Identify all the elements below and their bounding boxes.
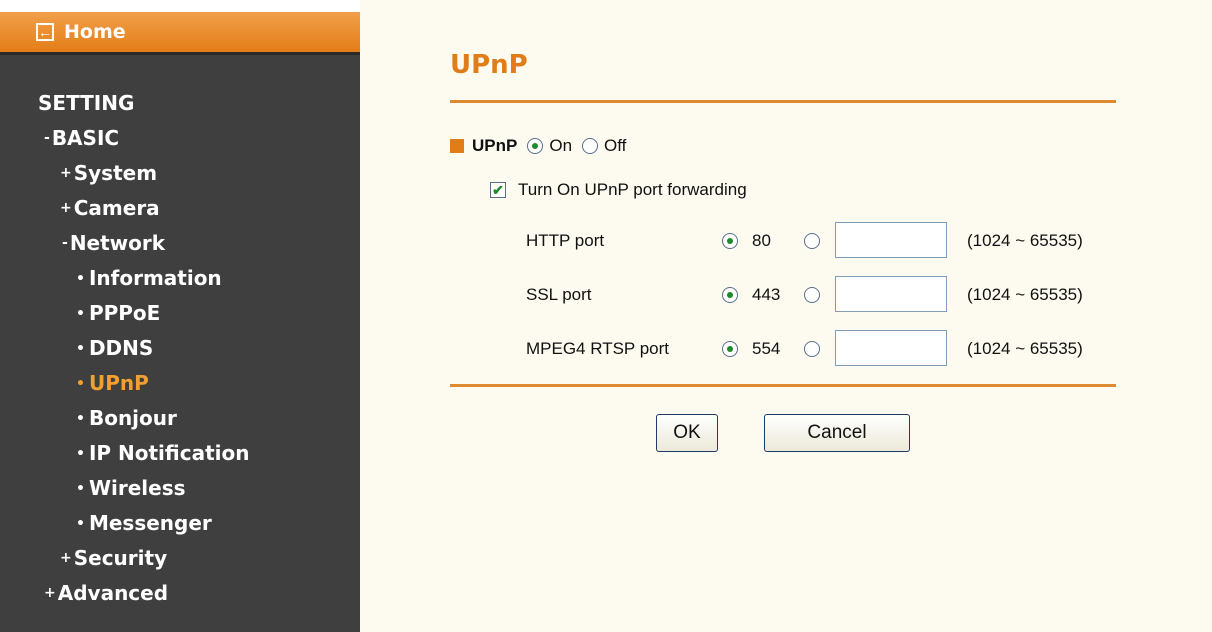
sidebar-item-setting[interactable]: SETTING xyxy=(38,91,134,115)
port-label: HTTP port xyxy=(526,231,605,250)
port-default-value: 554 xyxy=(752,339,781,358)
sidebar: ← Home SETTING - BASIC + System + Camera -N… xyxy=(0,0,360,632)
sidebar-item-advanced[interactable]: + Advanced xyxy=(44,581,168,605)
sidebar-item-messenger[interactable]: • Messenger xyxy=(76,511,212,535)
sidebar-item-label: UPnP xyxy=(88,371,149,395)
orange-square-icon xyxy=(450,139,464,153)
home-link[interactable]: ← Home xyxy=(0,12,360,55)
sidebar-item-label: Information xyxy=(88,266,222,290)
cancel-button[interactable]: Cancel xyxy=(764,414,910,452)
port-label: SSL port xyxy=(526,285,592,304)
rtsp-port-input[interactable] xyxy=(835,330,947,366)
sidebar-item-label: Network xyxy=(69,231,166,255)
rtsp-port-custom-radio[interactable] xyxy=(804,341,820,357)
port-range-hint: (1024 ~ 65535) xyxy=(967,339,1083,358)
sidebar-item-network[interactable]: - Network xyxy=(62,231,165,255)
bullet-icon: • xyxy=(76,271,85,287)
ok-button[interactable]: OK xyxy=(656,414,718,452)
port-default-value: 443 xyxy=(752,285,781,304)
rtsp-port-row: MPEG4 RTSP port 554 (1024 ~ 65535) xyxy=(526,330,1126,368)
ssl-port-custom-radio[interactable] xyxy=(804,287,820,303)
divider-top xyxy=(450,100,1116,103)
http-port-default-radio[interactable] xyxy=(722,233,738,249)
sidebar-item-pppoe[interactable]: • PPPoE xyxy=(76,301,160,325)
divider-bottom xyxy=(450,384,1116,387)
upnp-off-label: Off xyxy=(604,136,627,155)
page-title: UPnP xyxy=(450,50,528,80)
sidebar-item-ddns[interactable]: • DDNS xyxy=(76,336,153,360)
bullet-icon: • xyxy=(76,516,85,532)
upnp-toggle-row: UPnP On Off xyxy=(450,131,636,161)
sidebar-item-bonjour[interactable]: • Bonjour xyxy=(76,406,177,430)
sidebar-item-camera[interactable]: + Camera xyxy=(60,196,160,220)
ssl-port-default-radio[interactable] xyxy=(722,287,738,303)
bullet-icon: • xyxy=(76,411,85,427)
upnp-on-radio[interactable] xyxy=(527,138,544,154)
expand-icon: + xyxy=(60,200,72,216)
ssl-port-input[interactable] xyxy=(835,276,947,312)
sidebar-item-security[interactable]: + Security xyxy=(60,546,167,570)
sidebar-item-label: Advanced xyxy=(57,581,169,605)
sidebar-item-label: PPPoE xyxy=(88,301,161,325)
port-forwarding-row: ✔ Turn On UPnP port forwarding xyxy=(490,175,747,205)
http-port-row: HTTP port 80 (1024 ~ 65535) xyxy=(526,222,1126,260)
sidebar-nav-panel: SETTING - BASIC + System + Camera - Network … xyxy=(0,55,360,632)
http-port-input[interactable] xyxy=(835,222,947,258)
upnp-off-radio[interactable] xyxy=(582,138,599,154)
upnp-label: UPnP xyxy=(472,136,518,155)
bullet-icon: • xyxy=(76,481,85,497)
bullet-icon: • xyxy=(76,341,85,357)
sidebar-item-wireless[interactable]: • Wireless xyxy=(76,476,186,500)
sidebar-item-label: Messenger xyxy=(88,511,212,535)
sidebar-item-label: System xyxy=(73,161,158,185)
home-label: Home xyxy=(64,21,126,43)
port-range-hint: (1024 ~ 65535) xyxy=(967,285,1083,304)
sidebar-item-system[interactable]: + System xyxy=(60,161,157,185)
port-label: MPEG4 RTSP port xyxy=(526,339,669,358)
bullet-icon: • xyxy=(76,376,85,392)
upnp-on-label: On xyxy=(549,136,573,155)
sidebar-item-label: BASIC xyxy=(51,126,120,150)
sidebar-item-basic[interactable]: - BASIC xyxy=(44,126,119,150)
expand-icon: + xyxy=(60,165,72,181)
port-forwarding-label: Turn On UPnP port forwarding xyxy=(518,180,747,199)
http-port-custom-radio[interactable] xyxy=(804,233,820,249)
sidebar-item-label: IP Notification xyxy=(88,441,250,465)
sidebar-item-upnp[interactable]: • UPnP xyxy=(76,371,149,395)
sidebar-item-label: Camera xyxy=(73,196,160,220)
main-content xyxy=(360,0,1212,632)
sidebar-item-label: Bonjour xyxy=(88,406,177,430)
back-arrow-icon: ← xyxy=(36,23,54,41)
bullet-icon: • xyxy=(76,306,85,322)
ssl-port-row: SSL port 443 (1024 ~ 65535) xyxy=(526,276,1126,314)
port-default-value: 80 xyxy=(752,231,771,250)
collapse-icon: - xyxy=(44,130,50,146)
sidebar-item-information[interactable]: • Information xyxy=(76,266,222,290)
port-forwarding-checkbox[interactable]: ✔ xyxy=(490,182,506,198)
sidebar-item-label: Security xyxy=(73,546,168,570)
sidebar-item-label: Wireless xyxy=(88,476,186,500)
bullet-icon: • xyxy=(76,446,85,462)
expand-icon: + xyxy=(60,550,72,566)
rtsp-port-default-radio[interactable] xyxy=(722,341,738,357)
sidebar-item-label: DDNS xyxy=(88,336,154,360)
port-range-hint: (1024 ~ 65535) xyxy=(967,231,1083,250)
expand-icon: + xyxy=(44,585,56,601)
collapse-icon: - xyxy=(62,235,68,251)
sidebar-item-label: SETTING xyxy=(38,91,135,115)
sidebar-item-ip-notification[interactable]: • IP Notification xyxy=(76,441,249,465)
